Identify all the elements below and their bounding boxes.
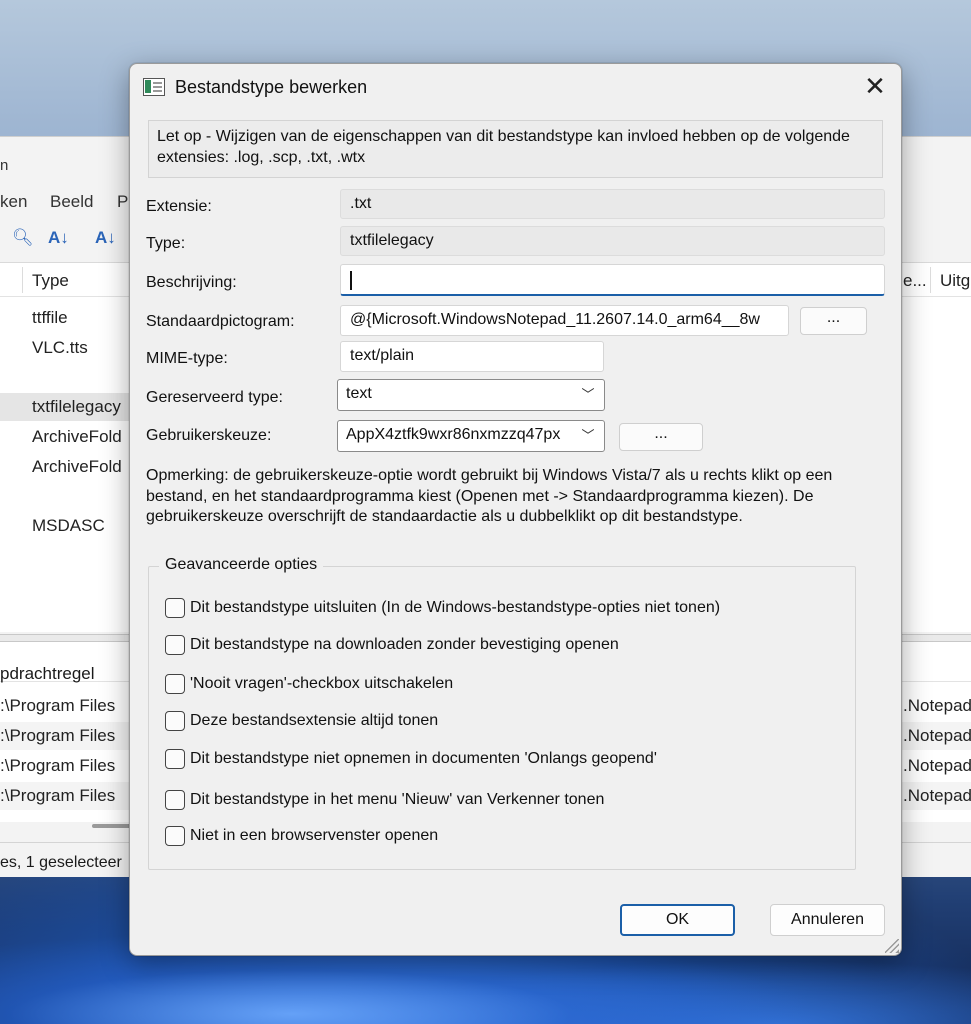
list-item[interactable]: txtfilelegacy — [32, 397, 121, 417]
sort-ascending-icon[interactable]: A↓ — [48, 227, 70, 249]
advanced-options-group: Geavanceerde opties Dit bestandstype uit… — [148, 556, 856, 870]
checkbox-box[interactable] — [165, 826, 185, 846]
list-item[interactable]: ArchiveFold — [32, 427, 122, 447]
dialog-titlebar[interactable]: Bestandstype bewerken ✕ — [130, 64, 901, 112]
target-cell: .Notepad — [903, 726, 971, 745]
mime-type-label: MIME-type: — [146, 350, 228, 367]
browse-user-choice-button[interactable]: ... — [619, 423, 703, 451]
checkbox-label: Dit bestandstype uitsluiten (In de Windo… — [190, 599, 721, 616]
user-choice-value: AppX4ztfk9wxr86nxmzzq47px — [346, 426, 561, 443]
cmd-cell: :\Program Files — [0, 756, 116, 775]
cmd-cell: :\Program Files — [0, 786, 116, 805]
bg-column[interactable]: Uitg — [940, 271, 970, 291]
checkbox-box[interactable] — [165, 674, 185, 694]
bg-title-fragment: n — [0, 157, 9, 174]
bg-horizontal-scrollbar[interactable] — [92, 824, 132, 828]
list-item[interactable]: ArchiveFold — [32, 457, 122, 477]
mime-type-input[interactable]: text/plain — [340, 341, 604, 372]
sort-descending-icon[interactable]: A↓ — [95, 227, 117, 249]
description-label: Beschrijving: — [146, 274, 237, 291]
list-item[interactable]: VLC.tts — [32, 338, 88, 358]
checkbox-box[interactable] — [165, 749, 185, 769]
find-icon[interactable]: 🔍︎ — [12, 227, 34, 249]
option-no-browser-window-checkbox[interactable]: Niet in een browservenster openen — [165, 825, 438, 847]
chevron-down-icon: ﹀ — [581, 387, 595, 402]
ok-button[interactable]: OK — [620, 904, 735, 936]
bg-menu-item[interactable]: Beeld — [50, 192, 93, 212]
user-choice-select[interactable]: AppX4ztfk9wxr86nxmzzq47px ﹀ — [337, 420, 605, 452]
type-label: Type: — [146, 235, 186, 252]
extension-field: .txt — [340, 189, 885, 219]
target-cell: .Notepad — [903, 696, 971, 715]
default-icon-label: Standaardpictogram: — [146, 313, 295, 330]
app-window-icon — [143, 78, 165, 96]
option-always-show-ext-checkbox[interactable]: Deze bestandsextensie altijd tonen — [165, 710, 438, 732]
option-never-ask-checkbox[interactable]: 'Nooit vragen'-checkbox uitschakelen — [165, 673, 453, 695]
option-new-menu-checkbox[interactable]: Dit bestandstype in het menu 'Nieuw' van… — [165, 789, 604, 811]
bg-column-type[interactable]: Type — [32, 271, 69, 291]
warning-notice: Let op - Wijzigen van de eigenschappen v… — [148, 120, 883, 178]
target-cell: .Notepad — [903, 756, 971, 775]
dialog-title: Bestandstype bewerken — [175, 77, 368, 97]
option-exclude-checkbox[interactable]: Dit bestandstype uitsluiten (In de Windo… — [165, 597, 720, 619]
cmd-cell: :\Program Files — [0, 696, 116, 715]
perceived-type-label: Gereserveerd type: — [146, 389, 283, 406]
perceived-type-select[interactable]: text ﹀ — [337, 379, 605, 411]
checkbox-box[interactable] — [165, 635, 185, 655]
bg-menu-item[interactable]: P — [117, 192, 128, 212]
checkbox-label: Dit bestandstype in het menu 'Nieuw' van… — [190, 791, 605, 808]
checkbox-label: Deze bestandsextensie altijd tonen — [190, 712, 439, 729]
type-field: txtfilelegacy — [340, 226, 885, 256]
bg-menu-item[interactable]: ken — [0, 192, 27, 212]
checkbox-box[interactable] — [165, 711, 185, 731]
browse-icon-button[interactable]: ... — [800, 307, 867, 335]
cmd-cell: :\Program Files — [0, 726, 116, 745]
perceived-type-value: text — [346, 385, 372, 402]
checkbox-label: Dit bestandstype na downloaden zonder be… — [190, 636, 619, 653]
checkbox-box[interactable] — [165, 790, 185, 810]
bg-column[interactable]: e... — [903, 271, 927, 291]
resize-grip-icon[interactable] — [885, 939, 899, 953]
advanced-options-legend: Geavanceerde opties — [159, 556, 324, 574]
chevron-down-icon: ﹀ — [581, 428, 595, 443]
text-caret — [350, 271, 352, 290]
user-choice-label: Gebruikerskeuze: — [146, 427, 272, 444]
checkbox-label: Niet in een browservenster openen — [190, 827, 439, 844]
list-item[interactable]: ttffile — [32, 308, 68, 328]
extension-label: Extensie: — [146, 198, 212, 215]
default-icon-input[interactable]: @{Microsoft.WindowsNotepad_11.2607.14.0_… — [340, 305, 789, 336]
description-input[interactable] — [340, 264, 885, 296]
user-choice-remark: Opmerking: de gebruikerskeuze-optie word… — [146, 467, 833, 525]
option-open-without-confirm-checkbox[interactable]: Dit bestandstype na downloaden zonder be… — [165, 634, 619, 656]
cancel-button[interactable]: Annuleren — [770, 904, 885, 936]
target-cell: .Notepad — [903, 786, 971, 805]
close-icon[interactable]: ✕ — [849, 64, 901, 110]
bg-status-text: es, 1 geselecteer — [0, 854, 122, 871]
checkbox-box[interactable] — [165, 598, 185, 618]
list-item[interactable]: MSDASC — [32, 516, 105, 536]
option-no-recent-docs-checkbox[interactable]: Dit bestandstype niet opnemen in documen… — [165, 748, 657, 770]
checkbox-label: Dit bestandstype niet opnemen in documen… — [190, 750, 657, 767]
edit-file-type-dialog: Bestandstype bewerken ✕ Let op - Wijzige… — [129, 63, 902, 956]
checkbox-label: 'Nooit vragen'-checkbox uitschakelen — [190, 675, 454, 692]
bg-command-header-label[interactable]: pdrachtregel — [0, 664, 95, 684]
